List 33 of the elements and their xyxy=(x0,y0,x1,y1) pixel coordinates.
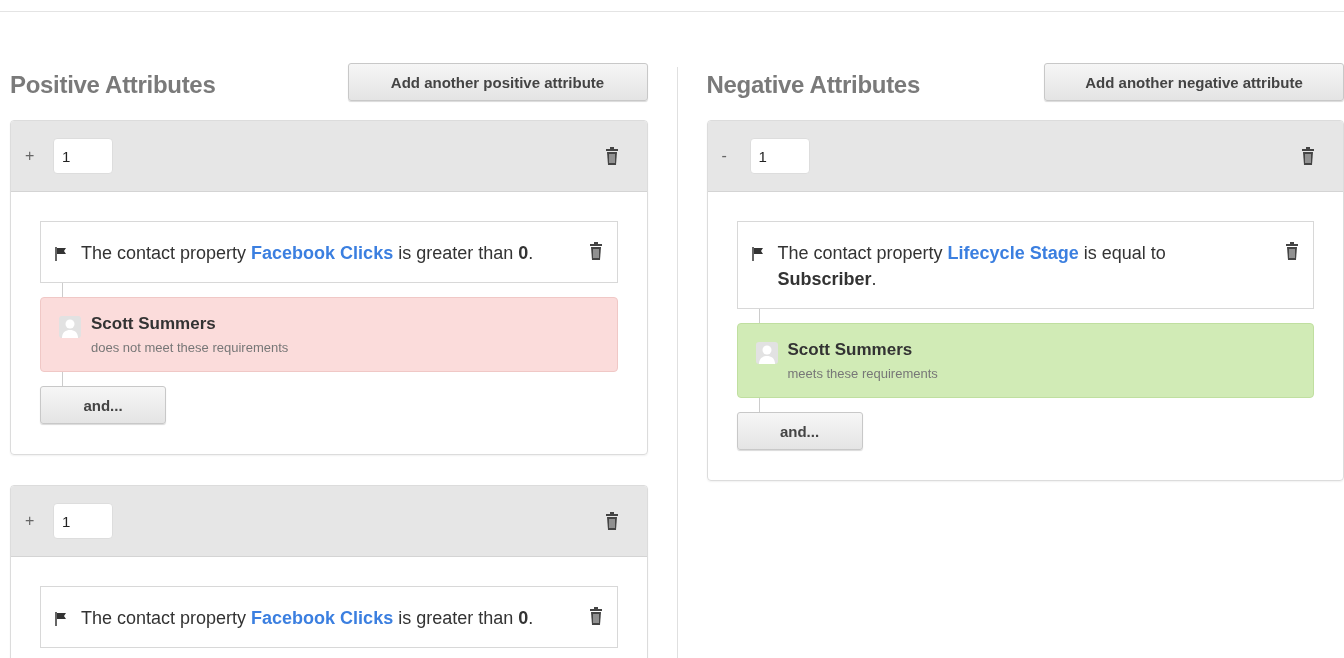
section-heading: Negative Attributes xyxy=(706,71,920,99)
trash-icon[interactable] xyxy=(1285,242,1299,260)
and-button[interactable]: and... xyxy=(736,412,863,450)
flag-icon xyxy=(751,247,764,261)
weight-field[interactable]: 1 xyxy=(53,503,113,539)
contact-name: Scott Summers xyxy=(787,340,914,360)
condition-text: The contact property Facebook Clicks is greater than 0. xyxy=(81,242,535,265)
avatar-icon xyxy=(755,342,778,364)
property-link[interactable]: Facebook Clicks xyxy=(251,608,394,628)
condition-text: The contact property Facebook Clicks is greater than 0. xyxy=(81,607,535,630)
flag-icon xyxy=(55,612,67,626)
result-message: meets these requirements xyxy=(787,366,938,381)
weight-field[interactable]: 1 xyxy=(749,138,810,174)
property-link[interactable]: Facebook Clicks xyxy=(251,243,394,263)
result-message: does not meet these requirements xyxy=(91,340,289,355)
flag-icon xyxy=(55,247,67,261)
and-button[interactable]: and... xyxy=(40,386,166,424)
contact-name: Scott Summers xyxy=(91,314,217,334)
trash-icon[interactable] xyxy=(604,512,619,530)
trash-icon[interactable] xyxy=(1301,147,1315,165)
add-attribute-button[interactable]: Add another positive attribute xyxy=(347,63,648,101)
sign-label: + xyxy=(25,512,36,530)
add-attribute-button[interactable]: Add another negative attribute xyxy=(1044,63,1344,101)
property-link[interactable]: Lifecycle Stage xyxy=(947,243,1079,263)
trash-icon[interactable] xyxy=(588,242,603,260)
sign-label: - xyxy=(721,147,728,165)
trash-icon[interactable] xyxy=(604,147,619,165)
trash-icon[interactable] xyxy=(588,607,603,625)
avatar-icon xyxy=(59,316,81,338)
condition-text: The contact property Lifecycle Stage is equal to Subscriber. xyxy=(777,242,1167,291)
sign-label: + xyxy=(25,147,36,165)
section-heading: Positive Attributes xyxy=(10,71,216,99)
weight-field[interactable]: 1 xyxy=(53,138,113,174)
